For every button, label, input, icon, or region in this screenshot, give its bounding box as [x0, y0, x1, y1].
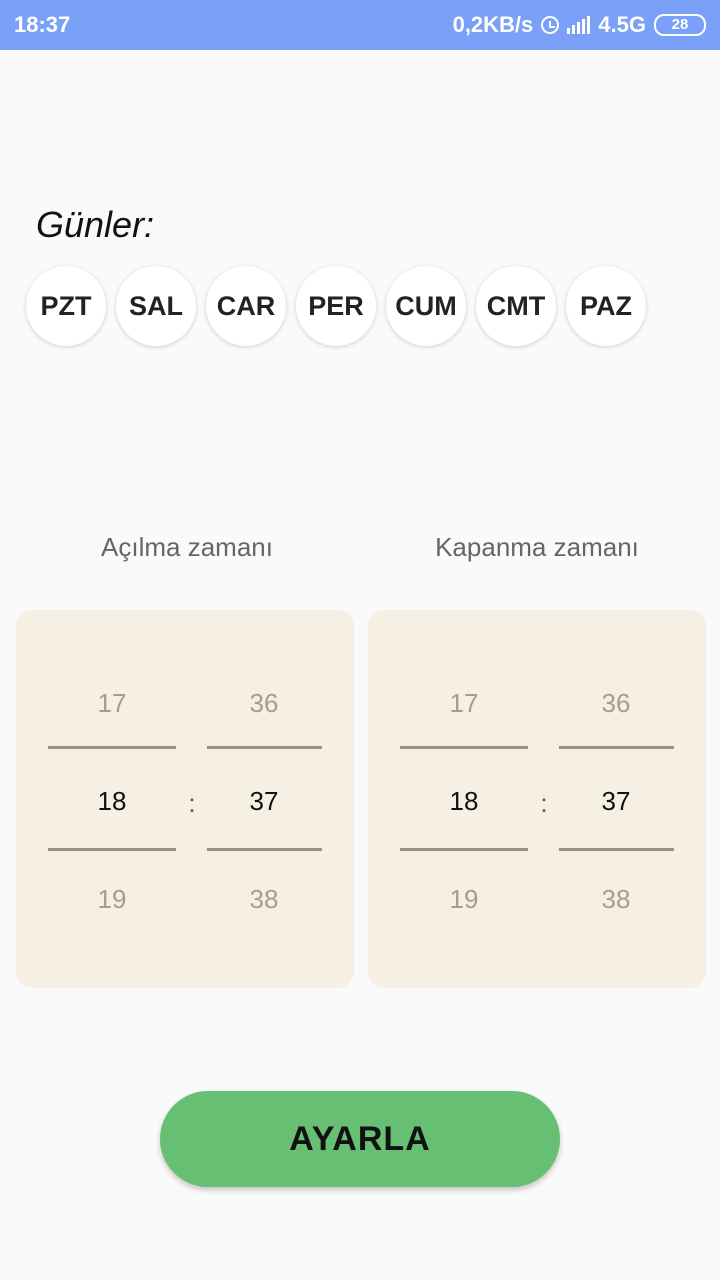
close-time-picker: 17 18 19 : 36 37 38 [368, 610, 706, 988]
open-hour-prev[interactable]: 17 [72, 688, 152, 719]
open-minute-prev[interactable]: 36 [224, 688, 304, 719]
day-chip-sal[interactable]: SAL [116, 266, 196, 346]
close-minute-next[interactable]: 38 [576, 884, 656, 915]
day-chip-per[interactable]: PER [296, 266, 376, 346]
close-minute-prev[interactable]: 36 [576, 688, 656, 719]
open-minute-next[interactable]: 38 [224, 884, 304, 915]
open-minute-current[interactable]: 37 [224, 786, 304, 817]
open-minute-top-divider [207, 746, 322, 749]
close-hour-current[interactable]: 18 [424, 786, 504, 817]
close-minute-bottom-divider [559, 848, 674, 851]
close-hour-next[interactable]: 19 [424, 884, 504, 915]
close-minute-current[interactable]: 37 [576, 786, 656, 817]
status-indicators: 0,2KB/s 4.5G 28 [453, 12, 706, 38]
open-hour-top-divider [48, 746, 176, 749]
close-hour-prev[interactable]: 17 [424, 688, 504, 719]
days-label: Günler: [36, 204, 155, 245]
close-time-title: Kapanma zamanı [435, 532, 639, 562]
status-bar: 18:37 0,2KB/s 4.5G 28 [0, 0, 720, 50]
open-hour-current[interactable]: 18 [72, 786, 152, 817]
network-type: 4.5G [598, 12, 646, 37]
open-hour-next[interactable]: 19 [72, 884, 152, 915]
open-time-picker: 17 18 19 : 36 37 38 [16, 610, 354, 988]
battery-icon: 28 [654, 14, 706, 36]
close-minute-top-divider [559, 746, 674, 749]
day-selector: PZT SAL CAR PER CUM CMT PAZ [26, 266, 646, 346]
close-hour-bottom-divider [400, 848, 528, 851]
day-chip-cum[interactable]: CUM [386, 266, 466, 346]
open-hour-bottom-divider [48, 848, 176, 851]
day-chip-car[interactable]: CAR [206, 266, 286, 346]
close-hour-top-divider [400, 746, 528, 749]
day-chip-paz[interactable]: PAZ [566, 266, 646, 346]
open-minute-bottom-divider [207, 848, 322, 851]
set-button[interactable]: AYARLA [160, 1091, 560, 1187]
open-time-title: Açılma zamanı [101, 532, 273, 562]
close-time-separator: : [540, 788, 548, 818]
alarm-icon [541, 16, 560, 34]
day-chip-cmt[interactable]: CMT [476, 266, 556, 346]
open-time-separator: : [188, 788, 196, 818]
signal-icon [567, 16, 591, 34]
status-time: 18:37 [14, 12, 71, 37]
day-chip-pzt[interactable]: PZT [26, 266, 106, 346]
network-speed: 0,2KB/s [452, 12, 534, 37]
